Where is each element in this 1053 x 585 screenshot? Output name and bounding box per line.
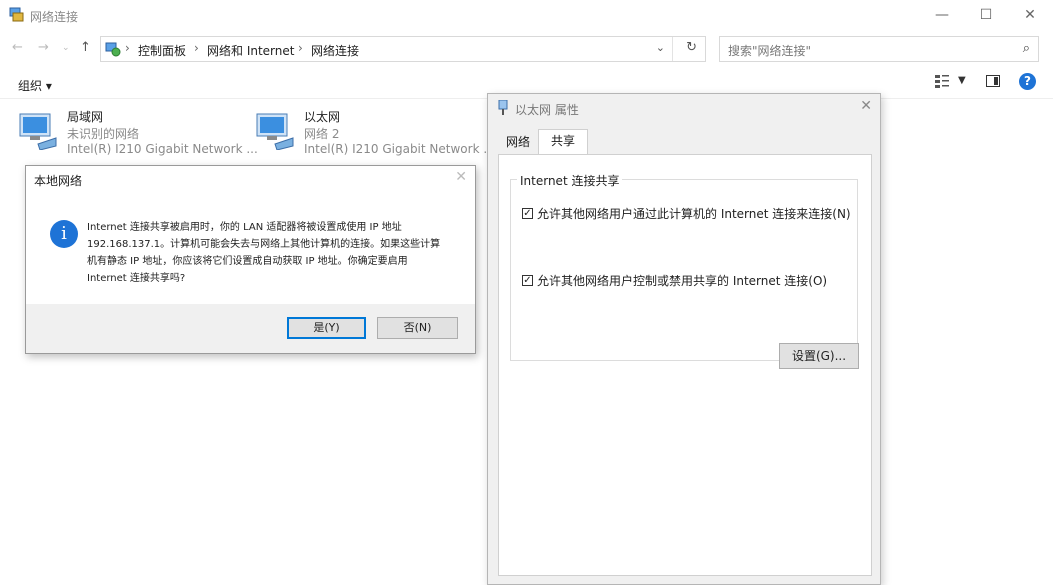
dialog-message: Internet 连接共享被启用时，你的 LAN 适配器将被设置成使用 IP 地… [87,219,457,287]
connection-status: 未识别的网络 [67,127,140,141]
allow-control-label[interactable]: 允许其他网络用户控制或禁用共享的 Internet 连接(O) [537,272,827,289]
tab-sharing[interactable]: 共享 [538,129,588,155]
preview-pane-icon[interactable] [986,75,1000,87]
local-network-dialog: 本地网络 ✕ i Internet 连接共享被启用时，你的 LAN 适配器将被设… [25,165,476,354]
connection-adapter: Intel(R) I210 Gigabit Network ... [304,142,495,156]
ethernet-icon [498,100,508,115]
title-bar: 网络连接 — ☐ ✕ [0,0,1053,32]
search-input[interactable]: 搜索"网络连接" ⌕ [719,36,1039,62]
breadcrumb-separator-icon: › [194,41,199,55]
network-connections-icon [9,7,24,22]
forward-arrow-icon[interactable]: → [38,40,49,55]
network-adapter-icon [19,113,57,150]
connection-name: 以太网 [304,110,341,124]
help-icon[interactable]: ? [1019,73,1036,90]
connection-adapter: Intel(R) I210 Gigabit Network ... [67,142,258,156]
message-line: 机有静态 IP 地址，你应该将它们设置成自动获取 IP 地址。你确定要启用 [87,256,408,267]
breadcrumb-separator-icon: › [298,41,303,55]
message-line: 192.168.137.1。计算机可能会失去与网络上其他计算机的连接。如果这些计… [87,239,441,250]
close-icon[interactable]: ✕ [455,169,467,185]
view-dropdown-icon[interactable]: ▼ [958,75,966,86]
connection-item-ethernet[interactable]: 以太网 网络 2 Intel(R) I210 Gigabit Network .… [255,106,495,156]
allow-connect-label[interactable]: 允许其他网络用户通过此计算机的 Internet 连接来连接(N) [537,205,851,222]
dialog-footer: 是(Y) 否(N) [26,304,475,353]
sharing-panel: ✓ 允许其他网络用户通过此计算机的 Internet 连接来连接(N) ✓ 允许… [498,154,872,576]
dialog-title: 本地网络 [34,174,83,188]
network-adapter-icon [256,113,294,150]
allow-control-checkbox[interactable]: ✓ [522,275,533,286]
search-placeholder: 搜索"网络连接" [728,44,812,58]
recent-dropdown-icon[interactable]: ⌄ [62,43,70,53]
yes-button[interactable]: 是(Y) [287,317,366,339]
address-row: ← → ⌄ ↑ › 控制面板 › 网络和 Internet › 网络连接 ⌄ ↻… [0,34,1053,64]
breadcrumb-network-internet[interactable]: 网络和 Internet [207,42,294,59]
control-panel-icon [105,42,121,57]
no-button[interactable]: 否(N) [377,317,458,339]
address-bar[interactable]: › 控制面板 › 网络和 Internet › 网络连接 ⌄ ↻ [100,36,706,62]
up-arrow-icon[interactable]: ↑ [80,40,91,55]
connection-item-lan[interactable]: 局域网 未识别的网络 Intel(R) I210 Gigabit Network… [18,106,258,156]
dialog-title: 以太网 属性 [515,103,579,117]
close-icon[interactable]: ✕ [860,98,872,114]
refresh-icon[interactable]: ↻ [686,40,697,55]
minimize-button[interactable]: — [919,0,965,32]
address-dropdown-icon[interactable]: ⌄ [656,41,665,54]
message-line: Internet 连接共享吗? [87,273,186,284]
close-button[interactable]: ✕ [1007,0,1053,32]
settings-button[interactable]: 设置(G)... [779,343,859,369]
breadcrumb-network-connections[interactable]: 网络连接 [311,42,359,59]
breadcrumb-separator-icon: › [125,41,130,55]
ics-group: ✓ 允许其他网络用户通过此计算机的 Internet 连接来连接(N) ✓ 允许… [510,179,859,369]
divider [672,37,673,61]
info-icon: i [50,220,78,248]
maximize-button[interactable]: ☐ [963,0,1009,32]
view-options-icon[interactable] [935,75,949,89]
tab-networking[interactable]: 网络 [498,131,538,153]
breadcrumb-control-panel[interactable]: 控制面板 [138,42,186,59]
connection-name: 局域网 [67,110,104,124]
message-line: Internet 连接共享被启用时，你的 LAN 适配器将被设置成使用 IP 地… [87,222,402,233]
connection-status: 网络 2 [304,127,340,141]
ics-group-title: Internet 连接共享 [517,172,623,189]
ethernet-properties-dialog: 以太网 属性 ✕ 网络 共享 ✓ 允许其他网络用户通过此计算机的 Interne… [487,93,881,585]
search-icon[interactable]: ⌕ [1023,41,1030,56]
organize-menu[interactable]: 组织 ▾ [18,77,52,94]
back-arrow-icon[interactable]: ← [12,40,23,55]
allow-connect-checkbox[interactable]: ✓ [522,208,533,219]
window-title: 网络连接 [30,10,79,24]
